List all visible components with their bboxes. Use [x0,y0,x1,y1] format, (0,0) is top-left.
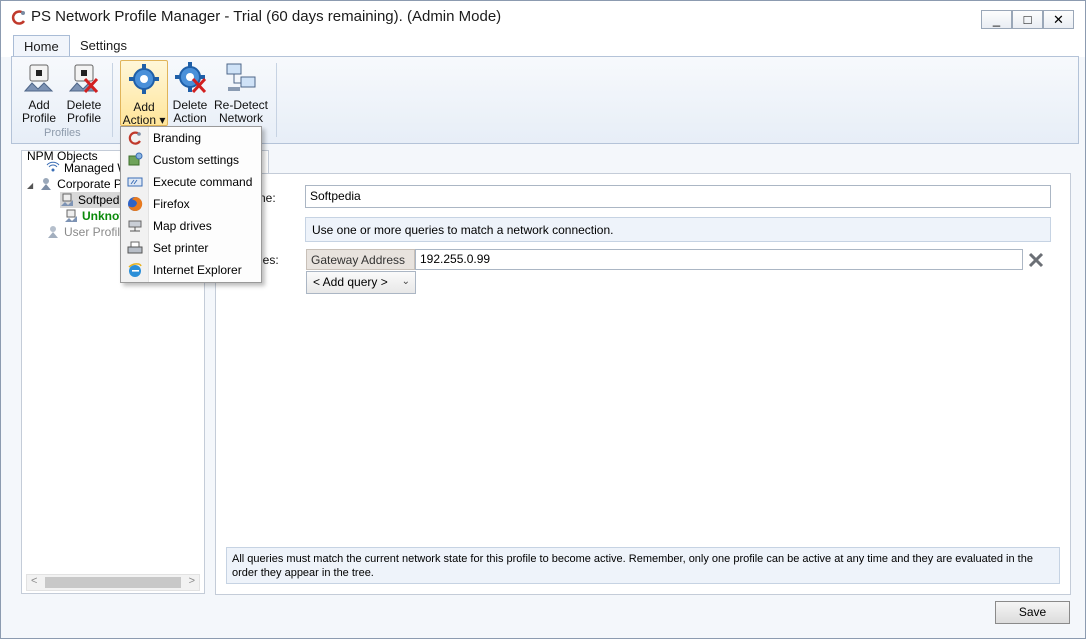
custom-settings-icon [128,152,143,166]
menu-item-label: Set printer [153,241,209,255]
tab-settings[interactable]: Settings [70,35,137,58]
menu-item-custom-settings[interactable]: Custom settings [121,149,261,171]
delete-profile-icon [68,64,99,94]
scroll-thumb[interactable] [45,577,181,588]
add-profile-label-2: Profile [21,111,56,125]
remove-query-icon[interactable] [1027,251,1045,269]
scroll-right-icon[interactable]: > [189,575,195,587]
tree-item-label: Managed W [64,161,129,175]
gear-delete-icon [175,62,207,94]
user-icon [41,178,52,190]
add-action-button[interactable]: Add Action ▾ [120,60,168,127]
execute-command-icon [127,177,143,187]
ribbon-separator [112,63,113,137]
app-window: PS Network Profile Manager - Trial (60 d… [0,0,1086,639]
group-label-profiles: Profiles [44,127,81,139]
menu-item-map-drives[interactable]: Map drives [121,215,261,237]
wireless-icon [46,161,60,172]
menu-item-branding[interactable]: Branding [121,127,261,149]
ribbon-separator-2 [276,63,277,137]
profile-icon [61,193,73,206]
window-title: PS Network Profile Manager - Trial (60 d… [31,8,502,25]
chevron-down-icon: ⌄ [401,276,410,287]
ie-icon [128,263,142,277]
maximize-icon: □ [1023,12,1032,27]
tab-home[interactable]: Home [13,35,70,58]
add-query-label: < Add query > [313,275,388,289]
profile-note: All queries must match the current netwo… [226,547,1060,584]
menu-item-execute-command[interactable]: Execute command [121,171,261,193]
menu-item-label: Internet Explorer [153,263,242,277]
menu-item-label: Execute command [153,175,253,189]
delete-action-label-2: Action [173,111,207,125]
delete-profile-label-2: Profile [66,111,101,125]
menu-item-label: Custom settings [153,153,240,167]
redetect-label-2: Network [218,111,263,125]
minimize-icon: _ [992,12,1001,27]
map-drives-icon [128,220,142,232]
tree-item-managed[interactable]: Managed W [46,160,129,176]
firefox-icon [128,196,143,211]
network-computers-icon [226,63,256,91]
tree-item-label: Softpedi [78,193,123,207]
gear-add-icon [129,64,159,94]
add-query-dropdown[interactable]: < Add query > ⌄ [306,271,416,294]
menu-item-set-printer[interactable]: Set printer [121,237,261,259]
ribbon-tab-bar: Home Settings [1,33,1085,58]
tree-item-corporate[interactable]: ◢ Corporate P [27,176,122,192]
title-bar: PS Network Profile Manager - Trial (60 d… [1,1,1085,33]
tree-item-unknown[interactable]: Unknov [64,208,126,224]
maximize-button[interactable]: □ [1012,10,1043,29]
close-icon: ✕ [1053,11,1064,27]
add-profile-icon [23,64,54,92]
tree-item-label: Corporate P [57,177,122,191]
scroll-left-icon[interactable]: < [31,575,37,587]
redetect-network-button[interactable]: Re-Detect Network [212,61,270,125]
tree-horizontal-scrollbar[interactable]: < > [26,574,200,591]
branding-icon [128,131,141,145]
profile-name-field[interactable]: Softpedia [305,185,1051,208]
menu-item-firefox[interactable]: Firefox [121,193,261,215]
queries-info-box: Use one or more queries to match a netwo… [305,217,1051,242]
save-button[interactable]: Save [995,601,1070,624]
menu-item-label: Firefox [153,197,190,211]
minimize-button[interactable]: _ [981,10,1012,29]
add-profile-button[interactable]: Add Profile [16,61,62,125]
delete-action-button[interactable]: Delete Action [170,61,210,125]
menu-item-internet-explorer[interactable]: Internet Explorer [121,259,261,281]
app-logo-icon [11,10,26,25]
menu-item-label: Map drives [153,219,212,233]
query-type-label: Gateway Address [306,249,415,270]
gateway-address-field[interactable]: 192.255.0.99 [415,249,1023,270]
profile-icon [65,209,77,222]
add-action-menu: Branding Custom settings Execute command… [120,126,262,283]
menu-item-label: Branding [153,131,202,145]
delete-profile-button[interactable]: Delete Profile [62,61,106,125]
tree-item-softpedia[interactable]: Softpedi [60,192,127,208]
printer-icon [127,241,143,254]
expander-icon[interactable]: ◢ [27,181,33,190]
close-button[interactable]: ✕ [1043,10,1074,29]
user-icon [48,226,58,238]
